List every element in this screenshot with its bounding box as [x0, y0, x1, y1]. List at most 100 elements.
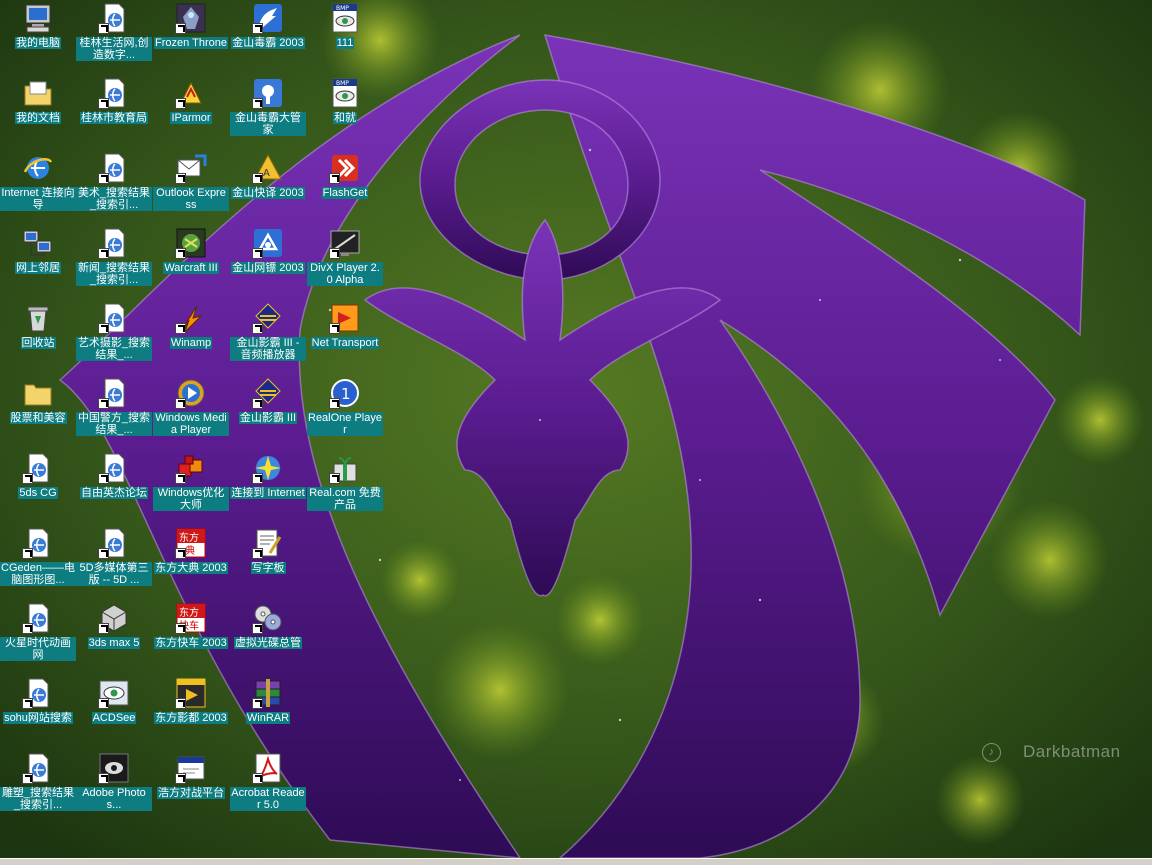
- desktop-icon-dongfang-yingdu[interactable]: 东方影都 2003: [153, 675, 229, 749]
- desktop-icon-wordpad[interactable]: 写字板: [230, 525, 306, 599]
- desktop-icon-label: FlashGet: [321, 187, 369, 199]
- desktop-icon-winrar[interactable]: WinRAR: [230, 675, 306, 749]
- desktop-icon-cgeden[interactable]: CGeden——电脑图形图...: [0, 525, 76, 599]
- desktop-icon-haofang[interactable]: 浩方对战平台: [153, 750, 229, 824]
- ie-page-icon: [98, 302, 130, 334]
- desktop-icon-jinshan-yingba-audio[interactable]: 金山影霸 III - 音频播放器: [230, 300, 306, 374]
- ie-page-icon: [98, 452, 130, 484]
- desktop-icon-guilin-edu[interactable]: 桂林市教育局: [76, 75, 152, 149]
- desktop-icon-art-photo-search[interactable]: 艺术摄影_搜索结果_...: [76, 300, 152, 374]
- shortcut-arrow-icon: [252, 773, 263, 784]
- shortcut-arrow-icon: [98, 773, 109, 784]
- desktop-icon-divx-player[interactable]: DivX Player 2.0 Alpha: [307, 225, 383, 299]
- desktop-icon-frozen-throne[interactable]: Frozen Throne: [153, 0, 229, 74]
- desktop-icon-winamp[interactable]: Winamp: [153, 300, 229, 374]
- desktop-icon-warcraft3[interactable]: Warcraft III: [153, 225, 229, 299]
- acrobat-icon: [252, 752, 284, 784]
- network-icon: [22, 227, 54, 259]
- desktop-icon-duba-manager[interactable]: 金山毒霸大管家: [230, 75, 306, 149]
- shortcut-arrow-icon: [252, 98, 263, 109]
- desktop-icon-outlook-express[interactable]: Outlook Express: [153, 150, 229, 224]
- winamp-icon: [175, 302, 207, 334]
- ie-page-icon: [22, 677, 54, 709]
- desktop-icon-virtual-cd[interactable]: 虚拟光碟总管: [230, 600, 306, 674]
- desktop-icon-news-search[interactable]: 新闻_搜索结果_搜索引...: [76, 225, 152, 299]
- desktop-icon-real-free[interactable]: Real.com 免费产品: [307, 450, 383, 524]
- desktop-icon-dongfang-kuaiche[interactable]: 东方 快车 东方快车 2003: [153, 600, 229, 674]
- yingba-icon: [252, 302, 284, 334]
- desktop-icon-my-documents[interactable]: 我的文档: [0, 75, 76, 149]
- desktop-icon-label: 中国警方_搜索结果_...: [76, 412, 152, 436]
- desktop-icon-free-hero[interactable]: 自由英杰论坛: [76, 450, 152, 524]
- shortcut-arrow-icon: [98, 623, 109, 634]
- gift-icon: [329, 452, 361, 484]
- shortcut-arrow-icon: [252, 173, 263, 184]
- haofang-icon: [175, 752, 207, 784]
- desktop-icon-acrobat[interactable]: Acrobat Reader 5.0: [230, 750, 306, 824]
- desktop-icon-label: 金山网镖 2003: [231, 262, 305, 274]
- desktop-icon-my-computer[interactable]: 我的电脑: [0, 0, 76, 74]
- ie-page-icon: [22, 527, 54, 559]
- desktop-icon-net-transport[interactable]: Net Transport: [307, 300, 383, 374]
- bmp-eye-icon: BMP: [329, 77, 361, 109]
- shortcut-arrow-icon: [175, 698, 186, 709]
- desktop-icon-sohu-search[interactable]: sohu网站搜索: [0, 675, 76, 749]
- shortcut-arrow-icon: [98, 473, 109, 484]
- desktop-icon-label: 金山影霸 III: [238, 412, 298, 424]
- desktop-icon-label: Frozen Throne: [154, 37, 228, 49]
- desktop-icon-dongfang-dadian[interactable]: 东方典东方大典 2003: [153, 525, 229, 599]
- desktop-icon-china-police-search[interactable]: 中国警方_搜索结果_...: [76, 375, 152, 449]
- shortcut-arrow-icon: [329, 173, 340, 184]
- desktop-icon-jinshan-yingba[interactable]: 金山影霸 III: [230, 375, 306, 449]
- shortcut-arrow-icon: [252, 248, 263, 259]
- desktop-icon-connect-internet[interactable]: 连接到 Internet: [230, 450, 306, 524]
- shortcut-arrow-icon: [329, 323, 340, 334]
- desktop-icon-label: 桂林生活网,创造数字...: [76, 37, 152, 61]
- svg-text:BMP: BMP: [336, 80, 349, 87]
- desktop-icon-label: 东方大典 2003: [154, 562, 228, 574]
- desktop-icon-flashget[interactable]: FlashGet: [307, 150, 383, 224]
- folder-icon: [22, 377, 54, 409]
- desktop-icon-realone[interactable]: 1 RealOne Player: [307, 375, 383, 449]
- desktop-icon-hejiu[interactable]: BMP 和就: [307, 75, 383, 149]
- desktop-icon-3dsmax[interactable]: 3ds max 5: [76, 600, 152, 674]
- desktop-icon-iparmor[interactable]: IParmor: [153, 75, 229, 149]
- desktop-icon-mars-animation[interactable]: 火星时代动画网: [0, 600, 76, 674]
- desktop-icon-5d-multimedia[interactable]: 5D多媒体第三版 -- 5D ...: [76, 525, 152, 599]
- desktop-icon-wmp[interactable]: Windows Media Player: [153, 375, 229, 449]
- ie-page-icon: [98, 152, 130, 184]
- desktop-icon-recycle-bin[interactable]: 回收站: [0, 300, 76, 374]
- shortcut-arrow-icon: [175, 548, 186, 559]
- desktop-icon-label: ACDSee: [91, 712, 137, 724]
- desktop-icon-internet-wizard[interactable]: Internet 连接向导: [0, 150, 76, 224]
- shortcut-arrow-icon: [175, 473, 186, 484]
- desktop-icon-windows-optimizer[interactable]: Windows优化大师: [153, 450, 229, 524]
- dongfang-dadian-icon: 东方典: [175, 527, 207, 559]
- desktop-icon-label: 和就: [333, 112, 357, 124]
- desktop-icon-acdsee[interactable]: ACDSee: [76, 675, 152, 749]
- virtual-cd-icon: [252, 602, 284, 634]
- desktop-icon-sculpture-search[interactable]: 雕塑_搜索结果_搜索引...: [0, 750, 76, 824]
- shortcut-arrow-icon: [175, 23, 186, 34]
- desktop-icon-network-places[interactable]: 网上邻居: [0, 225, 76, 299]
- desktop-icon-file-111[interactable]: BMP 111: [307, 0, 383, 74]
- ie-page-icon: [22, 752, 54, 784]
- shortcut-arrow-icon: [22, 473, 33, 484]
- shortcut-arrow-icon: [98, 248, 109, 259]
- net-transport-icon: [329, 302, 361, 334]
- desktop-icon-photoshop[interactable]: Adobe Photos...: [76, 750, 152, 824]
- desktop-icon-5ds-cg[interactable]: 5ds CG: [0, 450, 76, 524]
- desktop-icon-jinshan-kuaiyi[interactable]: A 金山快译 2003: [230, 150, 306, 224]
- desktop-icon-jinshan-wangbiao[interactable]: 金山网镖 2003: [230, 225, 306, 299]
- shortcut-arrow-icon: [252, 698, 263, 709]
- desktop-icon-label: 回收站: [20, 337, 56, 349]
- desktop-icon-guilin-life[interactable]: 桂林生活网,创造数字...: [76, 0, 152, 74]
- shortcut-arrow-icon: [175, 173, 186, 184]
- shortcut-arrow-icon: [22, 623, 33, 634]
- desktop-icon-meishu-search[interactable]: 美术_搜索结果_搜索引...: [76, 150, 152, 224]
- desktop-icon-label: 虚拟光碟总管: [234, 637, 302, 649]
- desktop-icon-label: 浩方对战平台: [157, 787, 225, 799]
- desktop-icon-jinshan-duba[interactable]: 金山毒霸 2003: [230, 0, 306, 74]
- shortcut-arrow-icon: [175, 323, 186, 334]
- desktop-icon-stocks-beauty[interactable]: 股票和美容: [0, 375, 76, 449]
